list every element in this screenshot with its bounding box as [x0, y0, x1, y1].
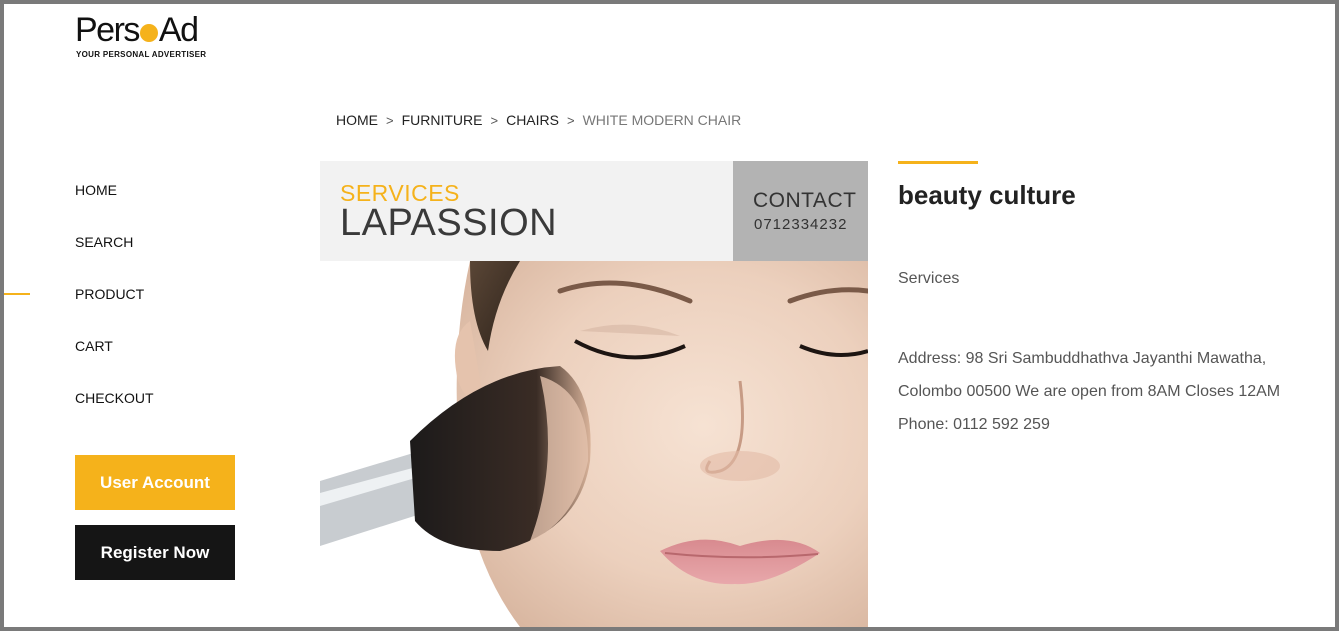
product-title: beauty culture	[898, 180, 1076, 210]
site-logo[interactable]: Pers Ad YOUR PERSONAL ADVERTISER	[75, 12, 206, 59]
nav-item-home[interactable]: HOME	[75, 180, 154, 232]
nav-item-search[interactable]: SEARCH	[75, 232, 154, 284]
title-accent-line	[898, 161, 978, 164]
makeup-photo	[320, 261, 868, 627]
nav-item-checkout[interactable]: CHECKOUT	[75, 388, 154, 440]
user-account-button[interactable]: User Account	[75, 455, 235, 510]
banner-contact-phone: 0712334232	[754, 216, 848, 233]
active-nav-indicator	[4, 293, 30, 295]
banner-contact-box: CONTACT 0712334232	[733, 161, 868, 261]
breadcrumb-separator: >	[566, 112, 575, 128]
banner-contact-label: CONTACT	[753, 189, 857, 212]
logo-text-end: Ad	[158, 11, 199, 49]
register-now-button[interactable]: Register Now	[75, 525, 235, 580]
breadcrumb-separator: >	[386, 112, 394, 128]
main-nav: HOME SEARCH PRODUCT CART CHECKOUT	[75, 180, 154, 440]
breadcrumb-chairs[interactable]: CHAIRS	[506, 112, 559, 128]
breadcrumb-furniture[interactable]: FURNITURE	[402, 112, 483, 128]
product-description: Address: 98 Sri Sambuddhathva Jayanthi M…	[898, 350, 1281, 433]
nav-item-product[interactable]: PRODUCT	[75, 284, 154, 336]
logo-text-start: Pers	[75, 11, 140, 49]
breadcrumb: HOME > FURNITURE > CHAIRS > WHITE MODERN…	[336, 112, 741, 128]
breadcrumb-home[interactable]: HOME	[336, 112, 378, 128]
nav-item-cart[interactable]: CART	[75, 336, 154, 388]
logo-wordmark: Pers Ad	[75, 12, 206, 48]
breadcrumb-current: WHITE MODERN CHAIR	[582, 112, 742, 128]
page-frame: Pers Ad YOUR PERSONAL ADVERTISER HOME SEA…	[4, 4, 1335, 627]
logo-tagline: YOUR PERSONAL ADVERTISER	[76, 50, 207, 59]
banner-brand-text: LAPASSION	[340, 202, 558, 244]
product-category: Services	[898, 270, 960, 287]
ad-banner: SERVICES LAPASSION CONTACT 0712334232	[320, 161, 868, 261]
breadcrumb-separator: >	[490, 112, 499, 128]
logo-dot-icon	[139, 24, 158, 42]
product-image[interactable]: SERVICES LAPASSION CONTACT 0712334232	[320, 161, 868, 627]
